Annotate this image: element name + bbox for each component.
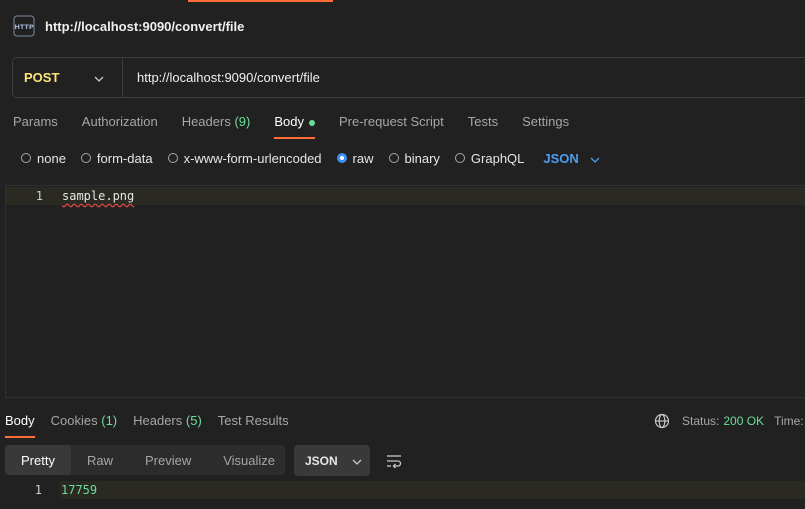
raw-format-label: JSON	[543, 150, 579, 166]
method-select[interactable]: POST	[13, 58, 123, 97]
time-label: Time:	[774, 414, 804, 428]
radio-form-data-label: form-data	[96, 150, 153, 166]
response-content: 17759	[61, 483, 98, 497]
headers-count: (9)	[234, 114, 251, 129]
tab-params-label: Params	[13, 114, 58, 129]
url-bar: POST http://localhost:9090/convert/file	[12, 57, 805, 98]
tab-tests[interactable]: Tests	[468, 113, 498, 139]
tab-params[interactable]: Params	[13, 113, 58, 139]
method-label: POST	[24, 70, 60, 85]
response-tab-headers[interactable]: Headers (5)	[133, 412, 202, 438]
tab-headers-label: Headers	[181, 114, 231, 129]
radio-none-label: none	[37, 150, 66, 166]
tab-authorization[interactable]: Authorization	[82, 113, 158, 139]
radio-urlencoded[interactable]: x-www-form-urlencoded	[167, 150, 322, 166]
response-tabs: Body Cookies (1) Headers (5) Test Result…	[5, 412, 305, 438]
body-modified-dot	[308, 119, 315, 126]
view-visualize[interactable]: Visualize	[207, 445, 291, 475]
http-icon: HTTP	[12, 14, 36, 38]
radio-raw-label: raw	[352, 150, 374, 166]
tab-settings[interactable]: Settings	[522, 113, 569, 139]
radio-graphql-label: GraphQL	[470, 150, 525, 166]
status-label: Status:	[682, 414, 720, 428]
tab-body[interactable]: Body	[274, 113, 315, 139]
radio-urlencoded-label: x-www-form-urlencoded	[183, 150, 322, 166]
url-input[interactable]: http://localhost:9090/convert/file	[123, 70, 320, 85]
response-tab-body[interactable]: Body	[5, 412, 35, 438]
view-pretty[interactable]: Pretty	[5, 445, 71, 475]
response-line-highlight	[60, 481, 805, 499]
request-tabs: Params Authorization Headers (9) Body Pr…	[13, 113, 593, 139]
tab-prerequest-script[interactable]: Pre-request Script	[339, 113, 444, 139]
response-tab-body-label: Body	[5, 413, 35, 428]
view-preview[interactable]: Preview	[129, 445, 207, 475]
request-body-editor[interactable]: 1 sample.png	[5, 185, 805, 398]
raw-format-dropdown[interactable]: JSON	[543, 150, 600, 166]
radio-form-data[interactable]: form-data	[80, 150, 153, 166]
radio-none[interactable]: none	[21, 151, 66, 166]
radio-binary-label: binary	[404, 150, 440, 166]
radio-binary-circle[interactable]	[388, 153, 399, 163]
radio-urlencoded-circle[interactable]	[167, 153, 178, 163]
svg-text:HTTP: HTTP	[14, 23, 33, 31]
response-tab-cookies[interactable]: Cookies (1)	[51, 412, 117, 438]
tab-prerequest-label: Pre-request Script	[338, 114, 444, 129]
request-title[interactable]: http://localhost:9090/convert/file	[45, 19, 244, 34]
response-format-dropdown[interactable]: JSON	[294, 445, 370, 476]
editor-line: 1 sample.png	[6, 187, 805, 205]
radio-graphql-circle[interactable]	[454, 153, 465, 163]
response-line-number: 1	[34, 483, 42, 497]
response-tab-test-results-label: Test Results	[217, 413, 289, 428]
response-headers-count: (5)	[185, 413, 202, 428]
editor-content[interactable]: sample.png	[62, 189, 134, 203]
wrap-lines-icon[interactable]	[385, 452, 403, 470]
response-view-mode: Pretty Raw Preview Visualize	[5, 445, 285, 475]
tab-body-label: Body	[274, 114, 304, 129]
globe-icon[interactable]	[654, 413, 670, 429]
response-tab-cookies-label: Cookies	[50, 413, 98, 428]
tab-authorization-label: Authorization	[81, 114, 158, 129]
response-format-label: JSON	[305, 453, 338, 468]
request-title-bar: HTTP http://localhost:9090/convert/file	[12, 12, 244, 40]
response-tab-headers-label: Headers	[133, 413, 183, 428]
body-type-selector: none form-data x-www-form-urlencoded raw…	[21, 150, 600, 166]
chevron-down-icon	[352, 454, 362, 468]
response-status: Status: 200 OK Time:	[654, 413, 804, 429]
chevron-down-icon	[94, 70, 104, 85]
line-number: 1	[35, 189, 43, 203]
view-raw[interactable]: Raw	[71, 445, 129, 475]
response-line: 1 17759	[0, 481, 805, 499]
radio-raw[interactable]: raw	[336, 150, 374, 166]
radio-form-data-circle[interactable]	[80, 153, 91, 163]
radio-graphql[interactable]: GraphQL	[454, 150, 525, 166]
tab-settings-label: Settings	[522, 114, 570, 129]
status-value: 200 OK	[723, 414, 765, 428]
tab-headers[interactable]: Headers (9)	[182, 113, 251, 139]
response-tab-test-results[interactable]: Test Results	[218, 412, 289, 438]
radio-none-circle[interactable]	[21, 153, 31, 163]
tab-tests-label: Tests	[467, 114, 499, 129]
cookies-count: (1)	[101, 413, 118, 428]
chevron-down-icon	[590, 151, 600, 166]
radio-binary[interactable]: binary	[388, 150, 440, 166]
active-tab-indicator	[188, 0, 333, 2]
radio-raw-circle[interactable]	[336, 153, 347, 163]
